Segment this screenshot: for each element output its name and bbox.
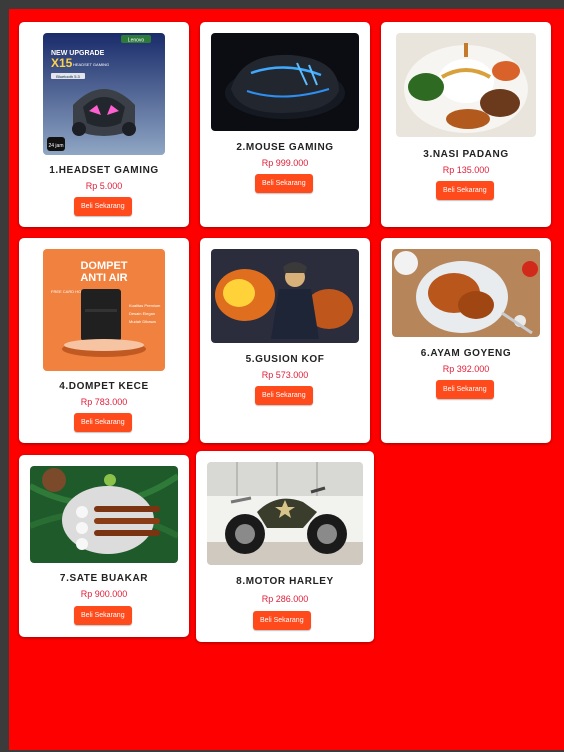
product-card: DOMPET ANTI AIR FREE CARD HOLDER Kualita…: [19, 238, 189, 443]
headset-hours: 24 jam: [48, 143, 63, 149]
buy-button[interactable]: Beli Sekarang: [436, 380, 494, 399]
product-name: 3.NASI PADANG: [423, 149, 509, 160]
buy-button[interactable]: Beli Sekarang: [255, 174, 313, 193]
product-name: 7.SATE BUAKAR: [59, 573, 149, 584]
product-card: 8.MOTOR HARLEY Rp 286.000 Beli Sekarang: [196, 451, 374, 642]
headset-sub: HEADSET GAMING: [73, 62, 109, 67]
buy-button[interactable]: Beli Sekarang: [255, 386, 313, 405]
product-name: 1.HEADSET GAMING: [49, 165, 159, 176]
buy-button[interactable]: Beli Sekarang: [74, 413, 132, 432]
product-grid: Lenovo NEW UPGRADE X15 HEADSET GAMING Bl…: [9, 9, 564, 750]
food-image: [396, 33, 536, 137]
motorcycle-image: [207, 462, 363, 565]
product-card: 7.SATE BUAKAR Rp 900.000 Beli Sekarang: [19, 455, 189, 637]
product-name: 5.GUSION KOF: [245, 354, 325, 365]
headset-brand: Lenovo: [128, 38, 145, 44]
product-price: Rp 392.000: [442, 364, 490, 374]
product-name: 8.MOTOR HARLEY: [236, 576, 334, 587]
mouse-image: [211, 33, 359, 131]
product-card: 3.NASI PADANG Rp 135.000 Beli Sekarang: [381, 22, 551, 227]
headset-bt: Bluetooth 5.3: [56, 74, 80, 79]
wallet-image: DOMPET ANTI AIR FREE CARD HOLDER Kualita…: [43, 249, 165, 371]
product-price: Rp 573.000: [261, 370, 309, 380]
wallet-feature-1: Kualitas Premium: [129, 303, 161, 308]
product-card: 5.GUSION KOF Rp 573.000 Beli Sekarang: [200, 238, 370, 443]
buy-button[interactable]: Beli Sekarang: [74, 197, 132, 216]
product-price: Rp 900.000: [80, 589, 128, 599]
buy-button[interactable]: Beli Sekarang: [74, 606, 132, 625]
hero-image: [211, 249, 359, 343]
wallet-feature-3: Mudah Dibawa: [129, 319, 156, 324]
product-price: Rp 135.000: [442, 165, 490, 175]
product-card: 6.AYAM GOYENG Rp 392.000 Beli Sekarang: [381, 238, 551, 443]
satay-image: [30, 466, 178, 563]
wallet-title-2: ANTI AIR: [80, 272, 127, 284]
product-card: 2.MOUSE GAMING Rp 999.000 Beli Sekarang: [200, 22, 370, 227]
wallet-feature-2: Desain Elegan: [129, 311, 155, 316]
headset-image: Lenovo NEW UPGRADE X15 HEADSET GAMING Bl…: [43, 33, 165, 155]
product-price: Rp 286.000: [261, 594, 309, 604]
product-price: Rp 783.000: [80, 397, 128, 407]
buy-button[interactable]: Beli Sekarang: [253, 611, 311, 630]
product-name: 6.AYAM GOYENG: [420, 348, 512, 359]
product-name: 4.DOMPET KECE: [59, 381, 149, 392]
wallet-title-1: DOMPET: [80, 260, 127, 272]
product-price: Rp 999.000: [261, 158, 309, 168]
product-card: Lenovo NEW UPGRADE X15 HEADSET GAMING Bl…: [19, 22, 189, 227]
chicken-image: [392, 249, 540, 337]
product-name: 2.MOUSE GAMING: [236, 142, 334, 153]
buy-button[interactable]: Beli Sekarang: [436, 181, 494, 200]
headset-model: X15: [51, 56, 73, 70]
product-price: Rp 5.000: [85, 181, 123, 191]
